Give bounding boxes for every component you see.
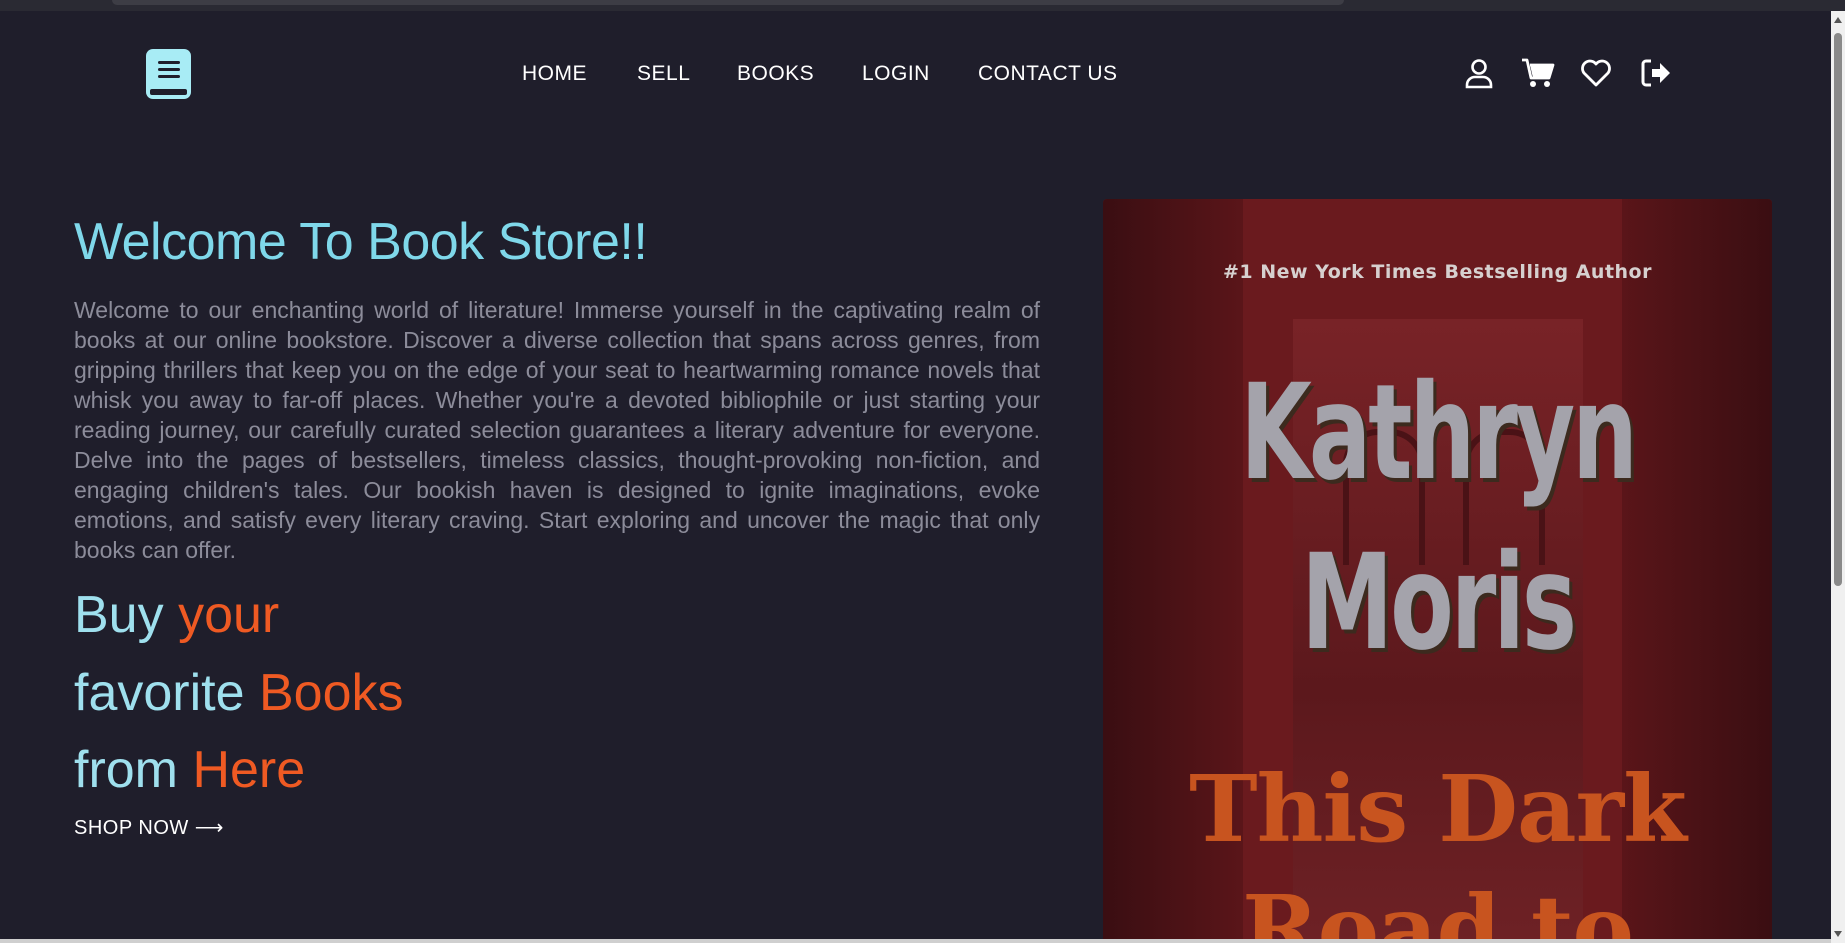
nav-login-link[interactable]: LOGIN [862, 60, 930, 88]
user-icon[interactable] [1463, 57, 1495, 89]
tab-handle [112, 0, 1344, 5]
nav-books-link[interactable]: BOOKS [737, 60, 814, 88]
cover-title-line-2: Road to [1242, 875, 1634, 943]
tagline-line-2: favorite Books [74, 663, 404, 723]
cart-icon[interactable] [1521, 57, 1555, 89]
scrollbar-thumb[interactable] [1834, 33, 1842, 586]
tagline-line-1: Buy your [74, 585, 279, 645]
hero-description: Welcome to our enchanting world of liter… [74, 297, 1040, 563]
nav-home-link[interactable]: HOME [522, 60, 587, 88]
tagline-word: from [74, 741, 178, 799]
browser-top-strip [0, 0, 1845, 11]
tagline-line-3: from Here [74, 740, 305, 800]
cover-title-line-1: This Dark [1189, 755, 1687, 863]
shop-now-button[interactable]: SHOP NOW ⟶ [74, 815, 224, 840]
tagline-accent-word: your [178, 586, 280, 644]
scroll-down-arrow-icon[interactable] [1834, 931, 1842, 937]
logout-icon[interactable] [1639, 57, 1671, 89]
cover-author-last-name: Moris [1301, 526, 1577, 680]
heart-icon[interactable] [1580, 57, 1612, 89]
tagline-word: Buy [74, 586, 164, 644]
tagline-accent-word: Books [258, 664, 404, 722]
horizontal-scrollbar-track [0, 939, 1831, 943]
tagline-word: favorite [74, 664, 245, 722]
tagline-accent-word: Here [192, 741, 306, 799]
scroll-up-arrow-icon[interactable] [1834, 17, 1842, 23]
main-nav: HOME SELL BOOKS LOGIN CONTACT US [0, 60, 1831, 90]
vertical-scrollbar[interactable] [1831, 11, 1845, 943]
nav-contact-us-link[interactable]: CONTACT US [978, 60, 1118, 88]
cover-author-first-name: Kathryn [1240, 356, 1638, 510]
hero-title: Welcome To Book Store!! [74, 213, 648, 271]
featured-book-cover[interactable]: #1 New York Times Bestselling Author Kat… [1103, 199, 1772, 943]
cover-bestseller-line: #1 New York Times Bestselling Author [1223, 261, 1652, 283]
nav-sell-link[interactable]: SELL [637, 60, 690, 88]
